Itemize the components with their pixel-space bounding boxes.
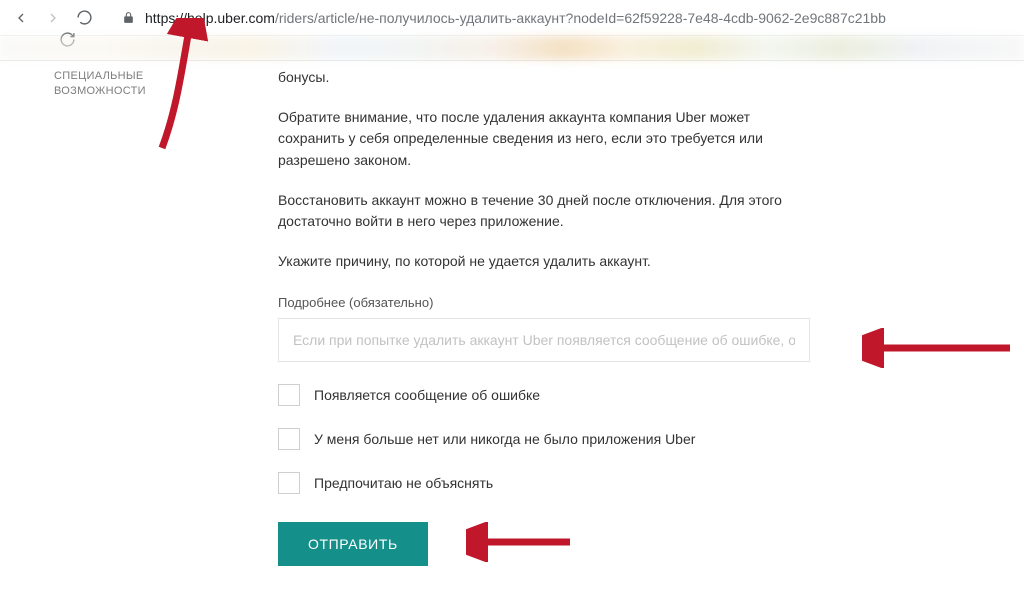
reload-icon[interactable] <box>76 9 94 27</box>
main: бонусы. Обратите внимание, что после уда… <box>230 61 870 566</box>
paragraph-reason: Укажите причину, по которой не удается у… <box>278 251 810 273</box>
checkbox-label: Появляется сообщение об ошибке <box>314 387 540 403</box>
checkbox-group: Появляется сообщение об ошибке У меня бо… <box>278 384 810 494</box>
sidebar: СПЕЦИАЛЬНЫЕ ВОЗМОЖНОСТИ <box>0 61 230 566</box>
url-host: https://help.uber.com <box>145 10 275 26</box>
nav-arrows <box>12 9 94 27</box>
checkbox-label: У меня больше нет или никогда не было пр… <box>314 431 695 447</box>
checkbox-row-no-app[interactable]: У меня больше нет или никогда не было пр… <box>278 428 810 450</box>
url-rest: /riders/article/не-получилось-удалить-ак… <box>275 10 886 26</box>
checkbox-box[interactable] <box>278 472 300 494</box>
sidebar-item-accessibility[interactable]: СПЕЦИАЛЬНЫЕ ВОЗМОЖНОСТИ <box>54 69 230 99</box>
sidebar-item-label-line2: ВОЗМОЖНОСТИ <box>54 84 230 99</box>
checkbox-row-prefer-not[interactable]: Предпочитаю не объяснять <box>278 472 810 494</box>
paragraph-restore: Восстановить аккаунт можно в течение 30 … <box>278 190 810 233</box>
lock-icon <box>122 11 135 24</box>
checkbox-row-error[interactable]: Появляется сообщение об ошибке <box>278 384 810 406</box>
checkbox-label: Предпочитаю не объяснять <box>314 475 493 491</box>
details-input[interactable] <box>278 318 810 362</box>
checkbox-box[interactable] <box>278 428 300 450</box>
sidebar-item-label-line1: СПЕЦИАЛЬНЫЕ <box>54 69 230 84</box>
body-text: бонусы. Обратите внимание, что после уда… <box>278 67 810 273</box>
paragraph-bonuses-tail: бонусы. <box>278 67 810 89</box>
browser-bar: https://help.uber.com/riders/article/не-… <box>0 0 1024 36</box>
submit-button[interactable]: ОТПРАВИТЬ <box>278 522 428 566</box>
checkbox-box[interactable] <box>278 384 300 406</box>
url-bar[interactable]: https://help.uber.com/riders/article/не-… <box>112 4 1012 32</box>
paragraph-notice: Обратите внимание, что после удаления ак… <box>278 107 810 172</box>
blurred-bookmarks-bar <box>0 36 1024 60</box>
forward-icon[interactable] <box>44 9 62 27</box>
page-content: СПЕЦИАЛЬНЫЕ ВОЗМОЖНОСТИ бонусы. Обратите… <box>0 61 1024 566</box>
back-icon[interactable] <box>12 9 30 27</box>
details-label: Подробнее (обязательно) <box>278 295 810 310</box>
